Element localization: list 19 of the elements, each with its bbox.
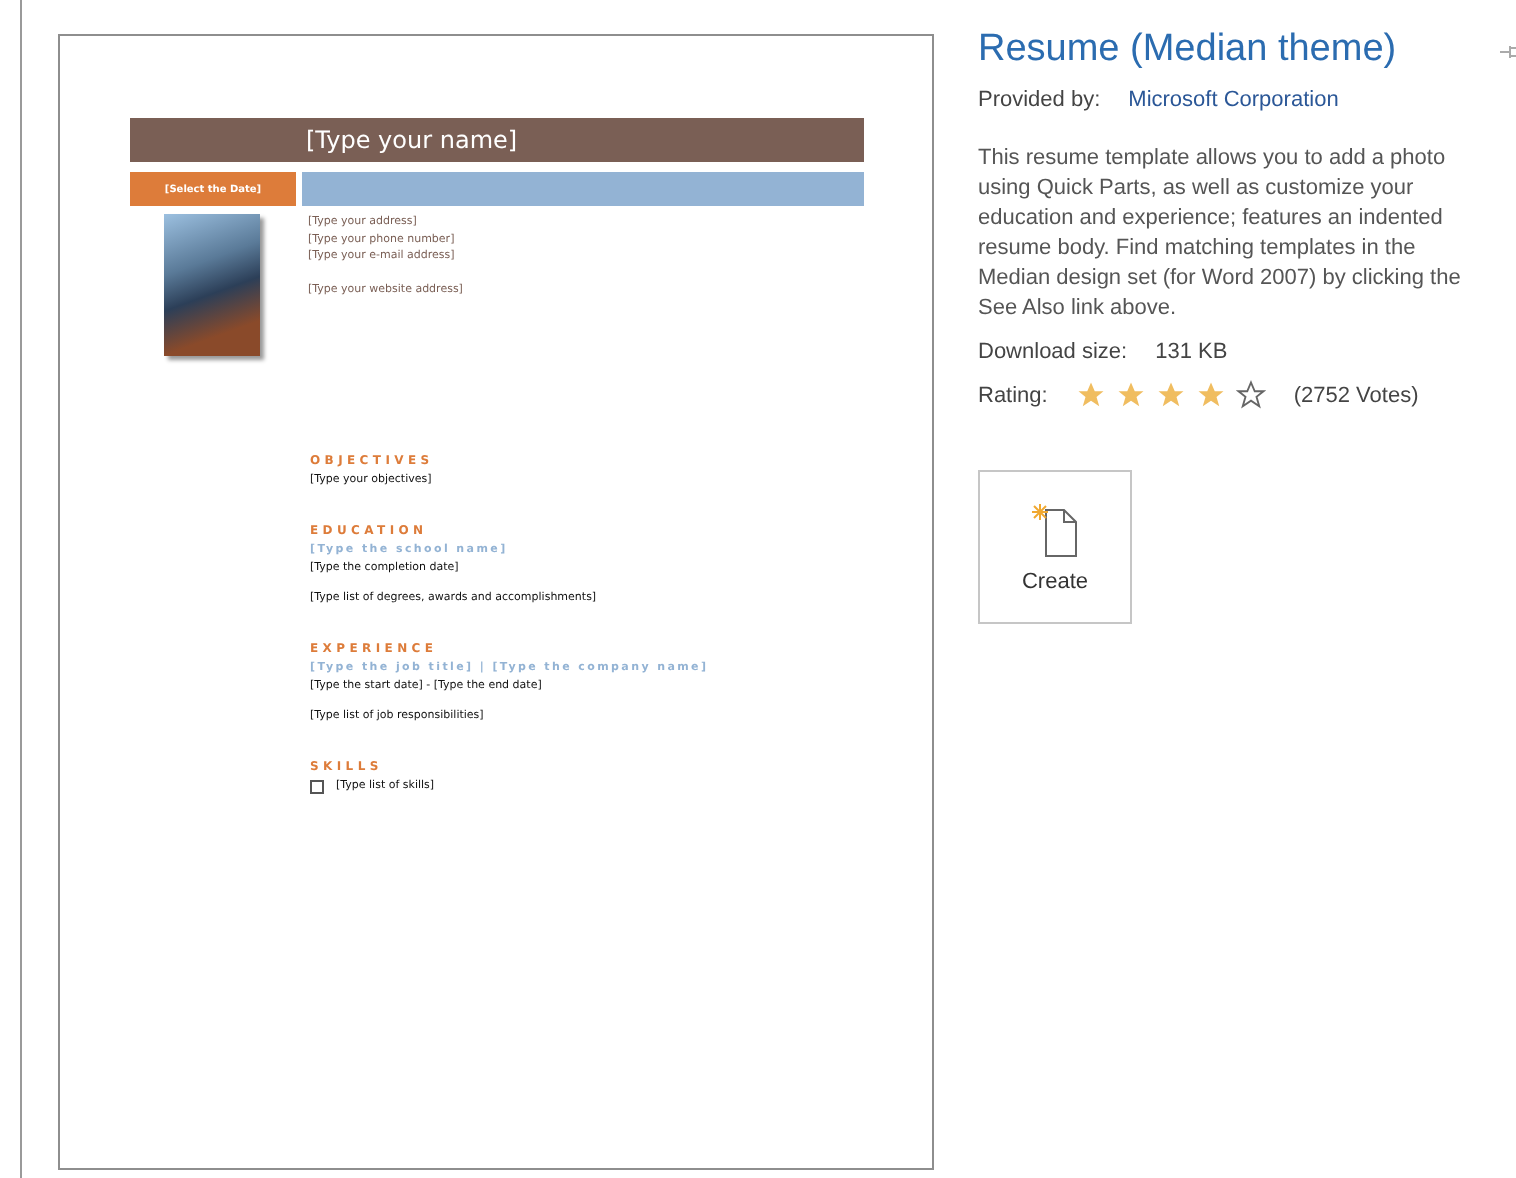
- rating-label: Rating:: [978, 383, 1048, 407]
- filled-star-icon: [1075, 380, 1106, 410]
- photo-placeholder: [164, 214, 260, 356]
- filled-star-icon: [1195, 380, 1226, 410]
- size-label: Download size:: [978, 340, 1128, 364]
- template-description: This resume template allows you to add a photo using Quick Parts, as well as customize your education and experience; features an indented resume body. Find matching templates in the Median design set (for Word 2007) by clicking the See Also link above.: [978, 144, 1463, 324]
- name-banner: [Type your name]: [130, 118, 864, 162]
- checkbox-bullet-icon: [310, 780, 324, 794]
- template-title: Resume (Median theme): [978, 28, 1397, 72]
- pin-icon[interactable]: [1500, 44, 1516, 60]
- size-value: 131 KB: [1155, 340, 1228, 364]
- provider-label: Provided by:: [978, 88, 1101, 112]
- provider-link[interactable]: Microsoft Corporation: [1128, 88, 1339, 112]
- votes-count: (2752 Votes): [1293, 383, 1419, 407]
- empty-star-icon: [1235, 380, 1266, 410]
- new-document-icon: [1029, 501, 1081, 557]
- filled-star-icon: [1115, 380, 1146, 410]
- filled-star-icon: [1155, 380, 1186, 410]
- create-button[interactable]: Create: [978, 470, 1132, 624]
